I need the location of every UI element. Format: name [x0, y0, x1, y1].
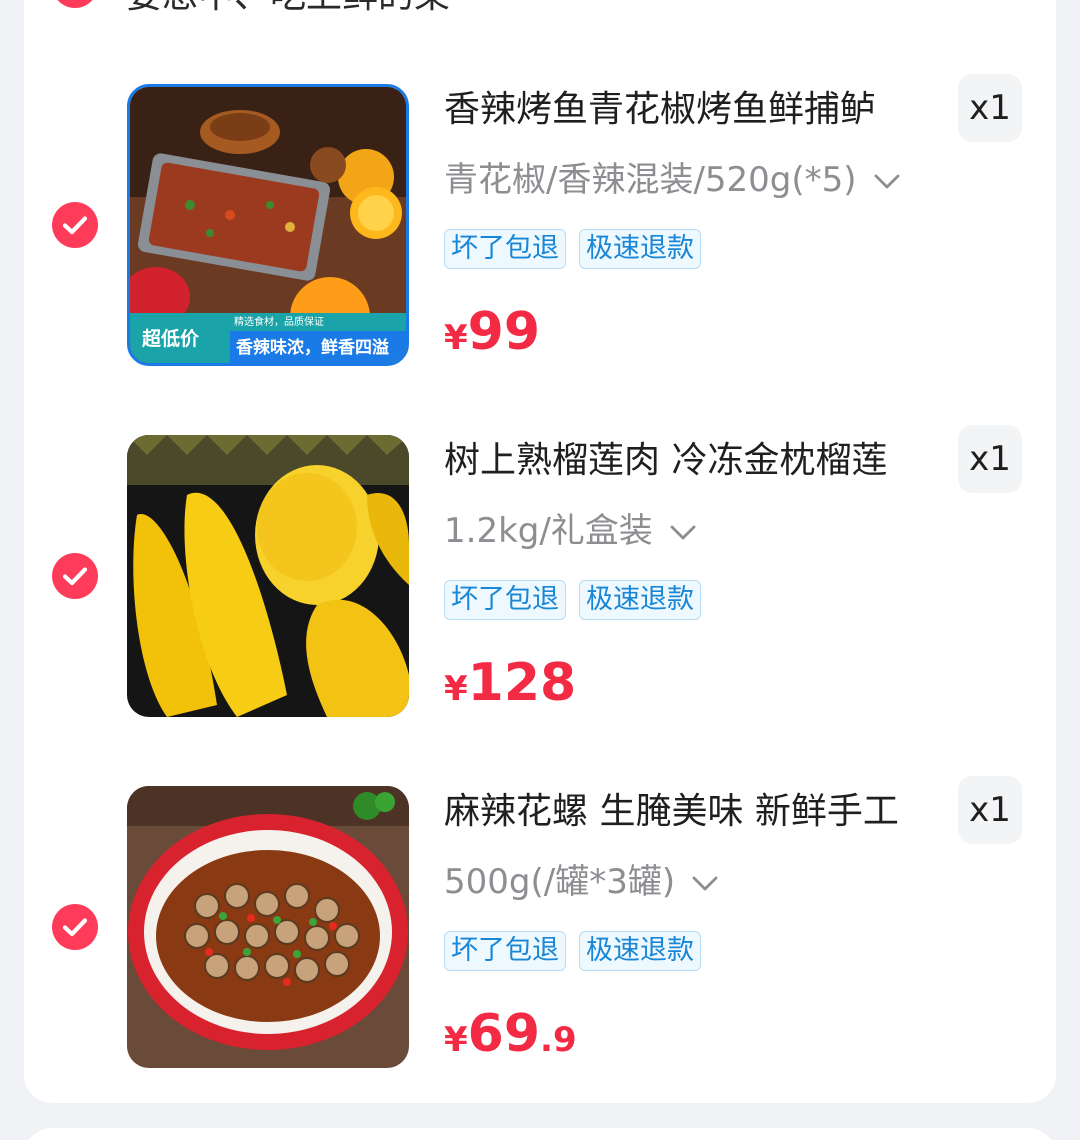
price-integer: 99: [467, 302, 541, 362]
product-image-fish[interactable]: 超低价 精选食材，品质保证 香辣味浓，鲜香四溢: [127, 84, 409, 366]
item-checkbox[interactable]: [52, 202, 98, 248]
spec-selector[interactable]: 500g(/罐*3罐): [444, 862, 719, 902]
cart-page: 要想中、吃上鲜的菜: [0, 0, 1080, 1140]
quantity-button[interactable]: x1: [958, 74, 1022, 142]
chevron-down-icon: [691, 862, 719, 902]
spec-text: 500g(/罐*3罐): [444, 862, 676, 902]
spec-selector[interactable]: 1.2kg/礼盒装: [444, 511, 697, 551]
checkmark-circle-icon: [62, 918, 88, 937]
price-decimal: .9: [540, 1020, 577, 1060]
product-price: ¥128: [444, 657, 576, 709]
price-integer: 128: [467, 653, 577, 713]
product-title[interactable]: 麻辣花螺 生腌美味 新鲜手工: [444, 790, 944, 834]
spec-selector[interactable]: 青花椒/香辣混装/520g(*5): [444, 160, 901, 200]
shop-title: 要想中、吃上鲜的菜: [126, 0, 450, 14]
item-checkbox[interactable]: [52, 904, 98, 950]
product-image-durian[interactable]: [127, 435, 409, 717]
price-integer: 69: [467, 1004, 541, 1064]
product-title[interactable]: 树上熟榴莲肉 冷冻金枕榴莲: [444, 439, 944, 483]
product-title[interactable]: 香辣烤鱼青花椒烤鱼鲜捕鲈: [444, 88, 944, 132]
item-checkbox[interactable]: [52, 553, 98, 599]
tag-free-return: 坏了包退: [444, 931, 566, 971]
chevron-down-icon: [669, 511, 697, 551]
chevron-down-icon: [873, 160, 901, 200]
image-badge-text: 超低价: [141, 327, 200, 350]
next-shop-card: [24, 1128, 1056, 1140]
product-price: ¥69.9: [444, 1008, 577, 1060]
quantity-button[interactable]: x1: [958, 776, 1022, 844]
image-caption: 香辣味浓，鲜香四溢: [236, 337, 389, 358]
spec-text: 青花椒/香辣混装/520g(*5): [444, 160, 857, 200]
price-symbol: ¥: [444, 669, 468, 709]
cart-item: 麻辣花螺 生腌美味 新鲜手工 x1 500g(/罐*3罐) 坏了包退 极速退款 …: [0, 776, 1080, 1076]
product-image-snails[interactable]: [127, 786, 409, 1068]
product-price: ¥99: [444, 306, 540, 358]
tag-fast-refund: 极速退款: [579, 580, 701, 620]
checkmark-circle-icon: [62, 216, 88, 235]
quantity-button[interactable]: x1: [958, 425, 1022, 493]
tag-fast-refund: 极速退款: [579, 931, 701, 971]
price-symbol: ¥: [444, 318, 468, 358]
cart-item: 树上熟榴莲肉 冷冻金枕榴莲 x1 1.2kg/礼盒装 坏了包退 极速退款 ¥12…: [0, 425, 1080, 725]
tag-free-return: 坏了包退: [444, 580, 566, 620]
price-symbol: ¥: [444, 1020, 468, 1060]
tag-fast-refund: 极速退款: [579, 229, 701, 269]
image-small-caption: 精选食材，品质保证: [234, 315, 324, 328]
checkmark-circle-icon: [62, 567, 88, 586]
spec-text: 1.2kg/礼盒装: [444, 511, 653, 551]
cart-item: 超低价 精选食材，品质保证 香辣味浓，鲜香四溢 香辣烤鱼青花椒烤鱼鲜捕鲈 x1 …: [0, 74, 1080, 374]
tag-free-return: 坏了包退: [444, 229, 566, 269]
